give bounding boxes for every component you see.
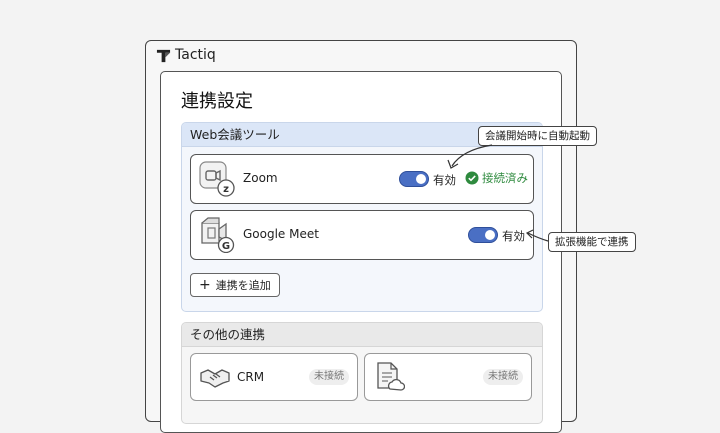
google-meet-icon: G (201, 217, 235, 253)
google-meet-card[interactable]: G Google Meet 有効 (190, 210, 534, 260)
extension-callout: 拡張機能で連携 (548, 232, 636, 252)
page-title: 連携設定 (181, 91, 253, 112)
tactiq-logo-icon (156, 49, 171, 62)
crm-card[interactable]: CRM 未接続 (190, 353, 358, 401)
app-logo: Tactiq (156, 47, 216, 63)
add-integration-button[interactable]: + 連携を追加 (190, 273, 280, 297)
google-meet-toggle-knob (485, 229, 495, 240)
other-integrations-header: その他の連携 (182, 323, 542, 347)
crm-status-badge: 未接続 (309, 369, 349, 385)
svg-text:G: G (222, 241, 230, 252)
google-meet-toggle[interactable] (468, 227, 498, 243)
crm-name: CRM (237, 370, 265, 384)
zoom-icon: z (199, 161, 235, 197)
handshake-icon (200, 369, 230, 388)
app-brand: Tactiq (175, 47, 216, 63)
other-integrations-section: その他の連携 CRM 未接続 未接続 (181, 322, 543, 424)
zoom-toggle-knob (416, 173, 426, 184)
zoom-toggle-label: 有効 (433, 173, 456, 187)
web-meeting-section: Web会議ツール z Zoom 有効 接続済み G Google Meet 有効… (181, 122, 543, 312)
zoom-status-text: 接続済み (482, 171, 528, 185)
zoom-connected-status: 接続済み (465, 170, 528, 186)
check-circle-icon (465, 171, 479, 185)
google-meet-name: Google Meet (243, 227, 319, 241)
cloud-document-icon (377, 362, 405, 391)
add-integration-label: 連携を追加 (215, 279, 271, 292)
cloud-document-status-badge: 未接続 (483, 369, 523, 385)
app-window: Tactiq 連携設定 Web会議ツール z Zoom 有効 接続済み G Go… (145, 40, 577, 433)
plus-icon: + (199, 277, 211, 293)
zoom-card[interactable]: z Zoom 有効 接続済み (190, 154, 534, 204)
zoom-name: Zoom (243, 171, 278, 185)
svg-text:z: z (223, 184, 229, 195)
auto-start-callout: 会議開始時に自動起動 (478, 126, 597, 146)
zoom-toggle[interactable] (399, 171, 429, 187)
cloud-document-card[interactable]: 未接続 (364, 353, 532, 401)
google-meet-toggle-label: 有効 (502, 229, 525, 243)
